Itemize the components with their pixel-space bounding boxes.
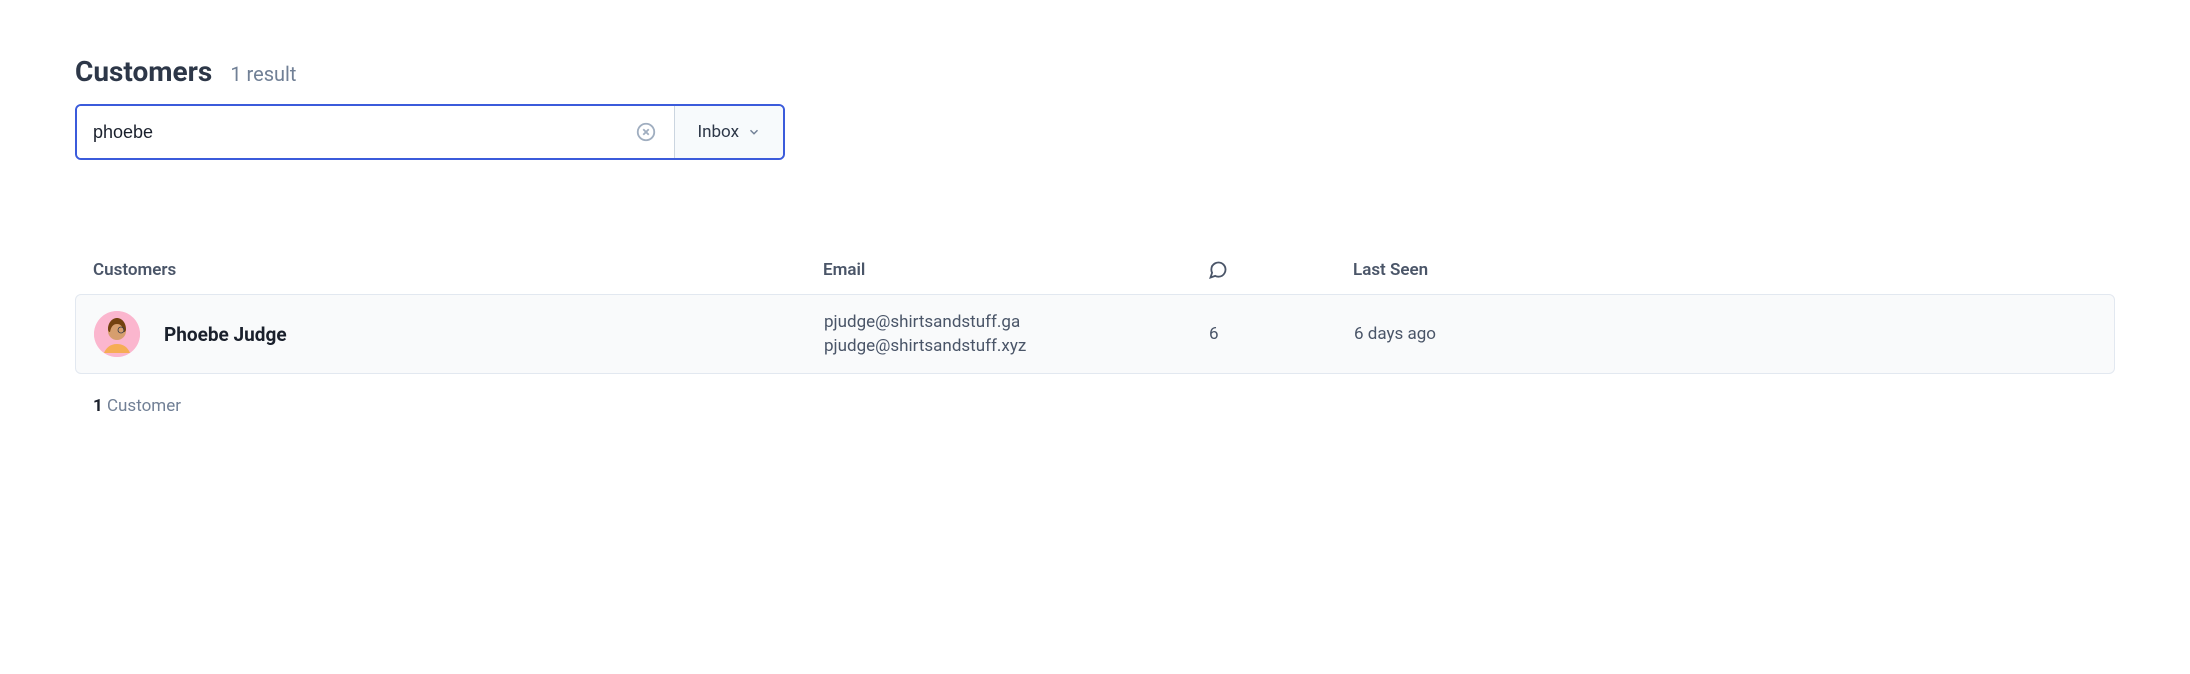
col-header-conversations — [1208, 260, 1353, 280]
table-header-row: Customers Email Last Seen — [75, 260, 2115, 294]
result-count: 1 result — [230, 62, 296, 86]
footer-count: 1 — [93, 396, 103, 416]
chat-bubble-icon — [1208, 260, 1228, 280]
col-header-email: Email — [823, 260, 1208, 280]
chevron-down-icon — [747, 125, 761, 139]
search-input[interactable] — [93, 122, 634, 143]
search-bar: Inbox — [75, 104, 785, 160]
customers-table: Customers Email Last Seen Phoebe Judge — [75, 260, 2115, 374]
avatar — [94, 311, 140, 357]
email-value: pjudge@shirtsandstuff.ga — [824, 312, 1209, 332]
dropdown-label: Inbox — [697, 122, 739, 142]
table-footer: 1 Customer — [75, 396, 2115, 416]
col-header-customers: Customers — [93, 260, 823, 280]
table-row[interactable]: Phoebe Judge pjudge@shirtsandstuff.ga pj… — [75, 294, 2115, 374]
email-value: pjudge@shirtsandstuff.xyz — [824, 336, 1209, 356]
customer-cell: Phoebe Judge — [94, 311, 824, 357]
clear-search-button[interactable] — [634, 120, 658, 144]
customer-name: Phoebe Judge — [164, 323, 287, 346]
scope-dropdown[interactable]: Inbox — [674, 106, 783, 158]
conversation-count: 6 — [1209, 324, 1354, 344]
avatar-illustration-icon — [94, 311, 140, 357]
page-title: Customers — [75, 55, 212, 88]
email-cell: pjudge@shirtsandstuff.ga pjudge@shirtsan… — [824, 312, 1209, 356]
close-circle-icon — [635, 121, 657, 143]
footer-label: Customer — [103, 396, 181, 416]
col-header-lastseen: Last Seen — [1353, 260, 2097, 280]
search-input-wrap — [77, 106, 674, 158]
last-seen: 6 days ago — [1354, 324, 2096, 344]
page-header: Customers 1 result — [75, 55, 2115, 88]
